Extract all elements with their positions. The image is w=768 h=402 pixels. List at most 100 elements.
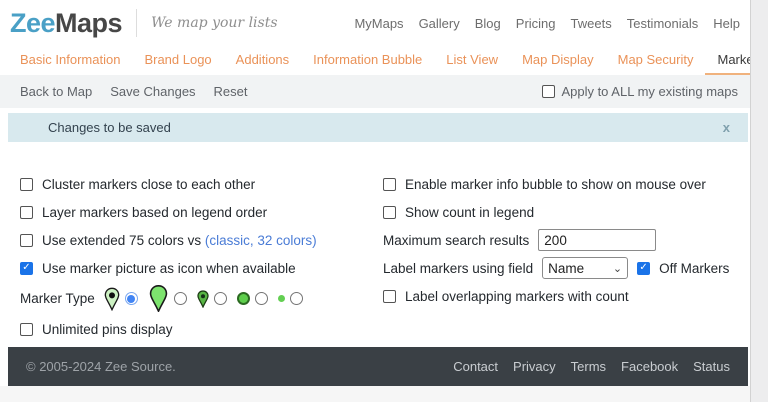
marker-option-pin-large [148,285,187,312]
scrollbar-track[interactable] [750,0,768,402]
tab-list-view[interactable]: List View [434,52,510,75]
marker-radio-pin-large[interactable] [174,292,187,305]
marker-pin-small-icon [104,287,120,311]
tab-basic-information[interactable]: Basic Information [8,52,132,75]
menu-item-mymaps[interactable]: MyMaps [354,16,403,31]
extended-colors-label: Use extended 75 colors vs (classic, 32 c… [42,233,317,248]
setting-max-results: Maximum search results [383,226,750,254]
layer-checkbox[interactable]: ✓ [20,206,33,219]
menu-item-pricing[interactable]: Pricing [516,16,556,31]
menu-item-gallery[interactable]: Gallery [419,16,460,31]
classic-colors-link[interactable]: (classic, 32 colors) [205,233,317,248]
layer-label: Layer markers based on legend order [42,205,267,220]
top-menu: MyMaps Gallery Blog Pricing Tweets Testi… [354,16,750,31]
tab-map-security[interactable]: Map Security [606,52,706,75]
unlimited-pins-checkbox[interactable]: ✓ [20,323,33,336]
page-bottom-strip [0,386,750,402]
max-results-input[interactable] [538,229,656,251]
marker-type-label: Marker Type [20,291,95,306]
menu-item-blog[interactable]: Blog [475,16,501,31]
info-bubble-checkbox[interactable]: ✓ [383,178,396,191]
footer: © 2005-2024 Zee Source. Contact Privacy … [8,347,748,386]
footer-link-privacy[interactable]: Privacy [513,359,556,374]
footer-link-contact[interactable]: Contact [453,359,498,374]
marker-radio-dot[interactable] [290,292,303,305]
marker-radio-pin-mini[interactable] [214,292,227,305]
marker-circle-icon [237,292,250,305]
settings-panel: ✓ Cluster markers close to each other ✓ … [0,142,750,343]
page: ZeeMaps We map your lists MyMaps Gallery… [0,0,750,402]
logo[interactable]: ZeeMaps [10,8,122,39]
apply-all-checkbox[interactable]: ✓ [542,85,555,98]
info-bubble-label: Enable marker info bubble to show on mou… [405,177,706,192]
setting-info-bubble: ✓ Enable marker info bubble to show on m… [383,170,750,198]
marker-radio-circle[interactable] [255,292,268,305]
tab-information-bubble[interactable]: Information Bubble [301,52,434,75]
tab-bar: Basic Information Brand Logo Additions I… [0,46,750,75]
max-results-label: Maximum search results [383,233,529,248]
toolbar: Back to Map Save Changes Reset ✓ Apply t… [0,75,750,108]
marker-picture-checkbox[interactable]: ✓ [20,262,33,275]
footer-link-terms[interactable]: Terms [571,359,606,374]
setting-unlimited-pins: ✓ Unlimited pins display [20,315,383,343]
close-icon[interactable]: x [723,120,730,135]
tab-additions[interactable]: Additions [224,52,301,75]
notification-banner: Changes to be saved x [8,113,748,142]
back-to-map-button[interactable]: Back to Map [20,84,92,99]
label-field-label: Label markers using field [383,261,533,276]
marker-type-options [104,285,307,312]
footer-link-facebook[interactable]: Facebook [621,359,678,374]
checkmark-icon: ✓ [22,263,30,273]
footer-copyright: © 2005-2024 Zee Source. [26,359,176,374]
chevron-down-icon: ⌄ [613,262,622,275]
notification-message: Changes to be saved [48,120,171,135]
setting-show-count: ✓ Show count in legend [383,198,750,226]
extended-colors-text: Use extended 75 colors vs [42,233,205,248]
cluster-checkbox[interactable]: ✓ [20,178,33,191]
logo-divider [136,9,137,37]
menu-item-testimonials[interactable]: Testimonials [627,16,699,31]
marker-option-pin-small [104,287,138,311]
menu-item-tweets[interactable]: Tweets [571,16,612,31]
apply-all-label: Apply to ALL my existing maps [561,84,738,99]
setting-label-field: Label markers using field Name ⌄ ✓ Off M… [383,254,750,282]
reset-button[interactable]: Reset [214,84,248,99]
marker-radio-pin-small[interactable] [125,292,138,305]
tab-brand-logo[interactable]: Brand Logo [132,52,223,75]
setting-marker-picture: ✓ Use marker picture as icon when availa… [20,254,383,282]
setting-marker-type: Marker Type [20,282,383,315]
marker-dot-icon [278,295,285,302]
settings-column-left: ✓ Cluster markers close to each other ✓ … [20,170,383,343]
marker-picture-label: Use marker picture as icon when availabl… [42,261,296,276]
show-count-checkbox[interactable]: ✓ [383,206,396,219]
marker-option-circle [237,292,268,305]
setting-cluster: ✓ Cluster markers close to each other [20,170,383,198]
tab-map-display[interactable]: Map Display [510,52,606,75]
off-markers-checkbox[interactable]: ✓ [637,262,650,275]
settings-column-right: ✓ Enable marker info bubble to show on m… [383,170,750,343]
save-changes-button[interactable]: Save Changes [110,84,195,99]
tagline: We map your lists [151,15,277,31]
checkmark-icon: ✓ [639,263,647,273]
off-markers-label: Off Markers [659,261,729,276]
menu-item-help[interactable]: Help [713,16,740,31]
label-field-select[interactable]: Name ⌄ [542,257,628,279]
label-field-selected-value: Name [548,261,584,276]
footer-link-status[interactable]: Status [693,359,730,374]
unlimited-pins-label: Unlimited pins display [42,322,173,337]
marker-option-dot [278,292,303,305]
setting-extended-colors: ✓ Use extended 75 colors vs (classic, 32… [20,226,383,254]
overlap-count-label: Label overlapping markers with count [405,289,629,304]
marker-pin-mini-icon [197,290,209,308]
marker-option-pin-mini [197,290,227,308]
setting-layer: ✓ Layer markers based on legend order [20,198,383,226]
extended-colors-checkbox[interactable]: ✓ [20,234,33,247]
header: ZeeMaps We map your lists MyMaps Gallery… [0,0,750,46]
footer-links: Contact Privacy Terms Facebook Status [453,359,730,374]
show-count-label: Show count in legend [405,205,534,220]
apply-all-group: ✓ Apply to ALL my existing maps [542,84,738,99]
cluster-label: Cluster markers close to each other [42,177,255,192]
overlap-count-checkbox[interactable]: ✓ [383,290,396,303]
logo-part2: Maps [55,8,122,38]
logo-part1: Zee [10,8,55,38]
